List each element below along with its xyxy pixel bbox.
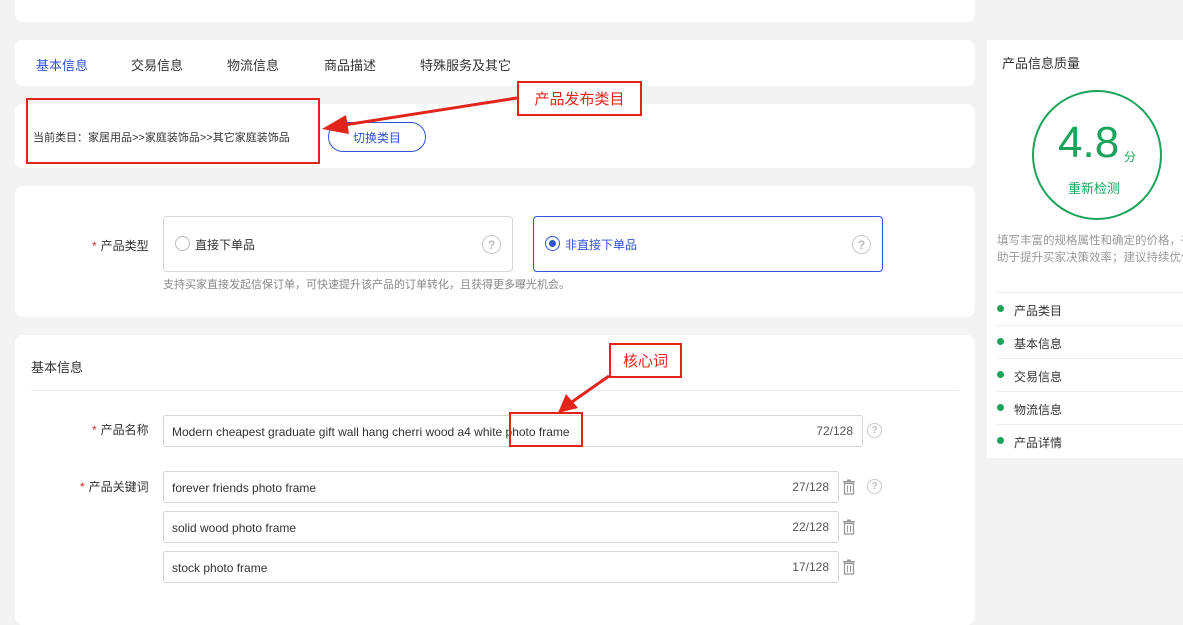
required-mark: *	[80, 480, 85, 494]
quality-item-label: 基本信息	[1014, 337, 1063, 351]
option-non-direct-order-label: 非直接下单品	[565, 238, 638, 252]
product-type-hint: 支持买家直接发起信保订单，可快速提升该产品的订单转化，且获得更多曝光机会。	[163, 279, 570, 291]
option-non-direct-order[interactable]: 非直接下单品 ?	[533, 216, 883, 272]
section-tabs: 基本信息 交易信息 物流信息 商品描述 特殊服务及其它	[15, 40, 975, 86]
status-dot-icon	[997, 437, 1004, 444]
basic-info-card: 基本信息 * 产品名称 Modern cheapest graduate gift…	[15, 335, 975, 625]
radio-direct-order[interactable]	[175, 236, 190, 251]
divider	[31, 390, 959, 391]
quality-panel: 产品信息质量 4.8 分 重新检测 填写丰富的规格属性和确定的价格，有助于提升买…	[987, 40, 1183, 458]
quality-item-label: 产品详情	[1014, 436, 1063, 450]
product-type-label: * 产品类型	[92, 239, 149, 253]
tab-product-description[interactable]: 商品描述	[324, 55, 376, 74]
help-icon[interactable]: ?	[867, 423, 882, 438]
help-icon[interactable]: ?	[852, 235, 871, 254]
option-direct-order[interactable]: 直接下单品 ?	[163, 216, 513, 272]
product-keyword-label: * 产品关键词	[80, 480, 149, 494]
keyword-value: forever friends photo frame	[172, 481, 317, 495]
trash-icon[interactable]	[842, 559, 856, 575]
quality-score-unit: 分	[1124, 150, 1137, 164]
status-dot-icon	[997, 338, 1004, 345]
product-name-label: * 产品名称	[92, 423, 149, 437]
product-type-card: * 产品类型 直接下单品 ? 非直接下单品 ? 支持买家直接发起信保订单，可快速提…	[15, 186, 975, 317]
keyword-count: 27/128	[792, 480, 829, 494]
tab-trade-info[interactable]: 交易信息	[131, 55, 183, 74]
switch-category-button[interactable]: 切换类目	[328, 122, 426, 152]
keyword-input-3[interactable]: stock photo frame 17/128	[163, 551, 839, 583]
quality-description: 填写丰富的规格属性和确定的价格，有助于提升买家决策效率；建议持续优化!	[997, 235, 1183, 264]
tab-logistics-info[interactable]: 物流信息	[227, 55, 279, 74]
keyword-count: 22/128	[792, 520, 829, 534]
quality-item-details[interactable]: 产品详情	[997, 424, 1183, 457]
quality-item-label: 产品类目	[1014, 304, 1063, 318]
top-notice-card	[15, 0, 975, 22]
required-mark: *	[92, 423, 97, 437]
quality-item-label: 物流信息	[1014, 403, 1063, 417]
radio-non-direct-order[interactable]	[545, 236, 560, 251]
quality-item-label: 交易信息	[1014, 370, 1063, 384]
quality-item-logistics[interactable]: 物流信息	[997, 391, 1183, 424]
keyword-input-2[interactable]: solid wood photo frame 22/128	[163, 511, 839, 543]
status-dot-icon	[997, 404, 1004, 411]
trash-icon[interactable]	[842, 479, 856, 495]
help-icon[interactable]: ?	[482, 235, 501, 254]
product-name-count: 72/128	[816, 424, 853, 438]
keyword-highlight-box	[509, 412, 583, 447]
quality-score-circle: 4.8 分 重新检测	[1032, 90, 1162, 220]
quality-item-basic[interactable]: 基本信息	[997, 325, 1183, 358]
option-direct-order-label: 直接下单品	[195, 238, 256, 252]
keyword-input-1[interactable]: forever friends photo frame 27/128	[163, 471, 839, 503]
quality-item-category[interactable]: 产品类目	[997, 292, 1183, 325]
quality-title: 产品信息质量	[1002, 56, 1081, 71]
status-dot-icon	[997, 305, 1004, 312]
keyword-annotation-label: 核心词	[609, 343, 682, 378]
keyword-value: solid wood photo frame	[172, 521, 297, 535]
tab-basic-info[interactable]: 基本信息	[36, 55, 88, 74]
quality-score: 4.8	[1058, 118, 1120, 167]
category-annotation-label: 产品发布类目	[517, 81, 642, 116]
recheck-link[interactable]: 重新检测	[1068, 178, 1120, 197]
keyword-value: stock photo frame	[172, 561, 268, 575]
required-mark: *	[92, 239, 97, 253]
basic-info-title: 基本信息	[31, 360, 84, 375]
status-dot-icon	[997, 371, 1004, 378]
trash-icon[interactable]	[842, 519, 856, 535]
quality-item-trade[interactable]: 交易信息	[997, 358, 1183, 391]
help-icon[interactable]: ?	[867, 479, 882, 494]
tab-special-services[interactable]: 特殊服务及其它	[420, 55, 511, 74]
category-highlight-box	[26, 98, 320, 164]
keyword-count: 17/128	[792, 560, 829, 574]
